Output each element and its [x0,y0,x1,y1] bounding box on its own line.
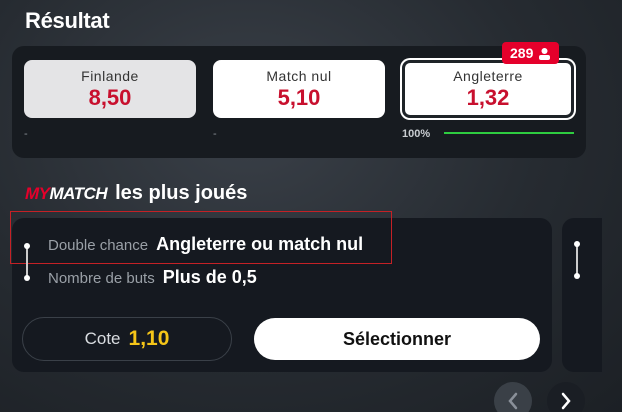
timeline-dot [24,275,30,281]
selection-value: Angleterre ou match nul [156,234,364,254]
selection-value: Plus de 0,5 [162,267,257,287]
mymatch-logo: MYMATCH [25,183,108,203]
odd-button-match-nul[interactable]: Match nul 5,10 [213,60,385,118]
odd-footer-finlande: - [24,128,28,140]
odd-label: Angleterre [453,68,523,84]
chevron-right-icon [561,392,571,410]
mymatch-header: MYMATCH les plus joués [25,182,247,205]
odd-label: Match nul [266,68,332,84]
result-title: Résultat [25,8,110,33]
selection-label: Nombre de buts [48,270,155,287]
chevron-left-icon [508,392,518,410]
odd-button-finlande[interactable]: Finlande 8,50 [24,60,196,118]
result-panel: Finlande 8,50 Match nul 5,10 Angleterre … [12,42,586,158]
timeline-dot [24,243,30,249]
selection-row: Double chance Angleterre ou match nul [48,234,363,255]
mymatch-title: les plus joués [115,182,248,204]
cote-label: Cote [84,329,121,348]
selection-label: Double chance [48,237,149,254]
odd-value: 8,50 [88,85,132,110]
odd-footer-match-nul: - [213,128,217,140]
cote-box: Cote 1,10 [22,317,232,361]
odd-label: Finlande [81,68,139,84]
odd-value: 1,32 [466,85,510,110]
progress-bar [444,132,574,134]
user-icon [539,47,551,60]
timeline-line [26,246,28,278]
next-button[interactable] [547,382,585,412]
mymatch-next-card[interactable] [562,218,602,372]
odd-button-angleterre[interactable]: Angleterre 1,32 [402,60,574,118]
odd-value: 5,10 [277,85,321,110]
prev-button[interactable] [494,382,532,412]
select-button[interactable]: Sélectionner [254,318,540,360]
odd-percent-angleterre: 100% [402,128,431,140]
bettors-count: 289 [510,45,534,61]
selection-row: Nombre de buts Plus de 0,5 [48,267,257,288]
cote-value: 1,10 [128,327,170,350]
bettors-count-badge: 289 [502,42,560,64]
